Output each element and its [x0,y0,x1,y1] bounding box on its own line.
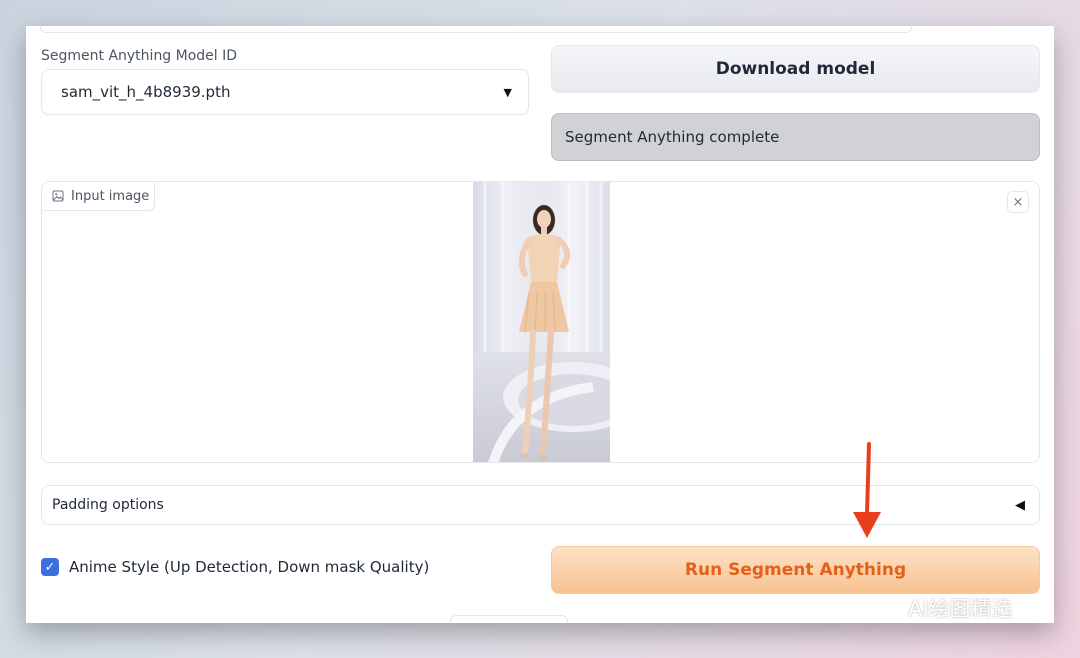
caret-down-icon: ▼ [503,85,512,99]
bottom-panel-edge [450,615,568,623]
top-panel-edge [40,26,912,33]
status-textbox[interactable]: Segment Anything complete [551,113,1040,161]
input-photo [473,182,610,462]
anime-style-checkbox[interactable]: ✓ [41,558,59,576]
anime-style-label: Anime Style (Up Detection, Down mask Qua… [69,558,430,576]
input-image-label: Input image [42,182,155,211]
run-segment-anything-button[interactable]: Run Segment Anything [551,546,1040,594]
model-id-dropdown[interactable]: sam_vit_h_4b8939.pth ▼ [41,69,529,115]
checkmark-icon: ✓ [44,559,56,575]
model-id-label: Segment Anything Model ID [41,48,238,64]
watermark: AI绘图精选 [868,593,1013,623]
watermark-text: AI绘图精选 [908,597,1013,621]
wechat-icon [869,597,902,619]
app-window: Segment Anything Model ID sam_vit_h_4b89… [26,26,1054,623]
anime-style-option[interactable]: ✓ Anime Style (Up Detection, Down mask Q… [41,558,429,576]
clear-image-button[interactable]: × [1007,191,1029,213]
model-id-value: sam_vit_h_4b8939.pth [61,83,231,101]
annotation-arrow-icon [853,442,881,538]
close-icon: × [1012,194,1024,210]
padding-options-accordion[interactable]: Padding options ◀ [41,485,1040,525]
input-image-panel[interactable]: Input image × [41,181,1040,463]
collapse-triangle-icon: ◀ [1015,497,1025,513]
image-icon [52,190,64,202]
input-image-label-text: Input image [71,188,150,204]
download-model-button[interactable]: Download model [551,45,1040,93]
